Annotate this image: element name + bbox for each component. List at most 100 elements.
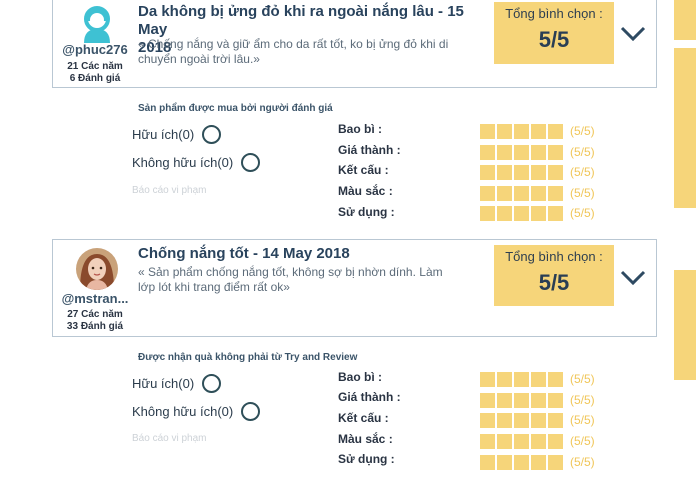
- criterion-label: Giá thành :: [338, 390, 401, 404]
- rating-block: [480, 392, 495, 408]
- criterion-rating: (5/5): [480, 144, 595, 160]
- review-title-line: Da không bị ửng đỏ khi ra ngoài nắng lâu…: [138, 3, 464, 38]
- rating-block: [548, 205, 563, 221]
- criterion-score: (5/5): [570, 372, 595, 386]
- user-ratings-count: 6 Đánh giá: [69, 73, 121, 84]
- rating-block: [531, 392, 546, 408]
- criterion-rating: (5/5): [480, 454, 595, 470]
- criterion-rating: (5/5): [480, 371, 595, 387]
- total-score-label: Tổng bình chọn :: [505, 6, 603, 21]
- rating-block: [497, 123, 512, 139]
- helpful-vote[interactable]: Hữu ích(0): [132, 374, 222, 393]
- review-comment-line: lớp lót khi trang điểm rất ok»: [138, 280, 290, 294]
- criterion-rating: (5/5): [480, 392, 595, 408]
- rating-block: [531, 371, 546, 387]
- rating-block: [531, 412, 546, 428]
- review-comment-line: chuyển ngoài trời lâu.»: [138, 52, 260, 66]
- criterion-score: (5/5): [570, 145, 595, 159]
- criterion-rating: (5/5): [480, 433, 595, 449]
- rating-block: [497, 392, 512, 408]
- criterion-rating: (5/5): [480, 164, 595, 180]
- rating-block: [514, 123, 529, 139]
- rating-block: [514, 412, 529, 428]
- helpful-radio[interactable]: [202, 125, 222, 144]
- rating-block: [514, 371, 529, 387]
- rating-block: [497, 371, 512, 387]
- report-link[interactable]: Báo cáo vi phạm: [132, 433, 207, 444]
- rating-block: [548, 123, 563, 139]
- edge-accent-bar: [674, 0, 696, 40]
- rating-block: [497, 412, 512, 428]
- rating-block: [548, 433, 563, 449]
- criterion-label: Giá thành :: [338, 143, 401, 157]
- rating-block: [480, 144, 495, 160]
- total-score-box: Tổng bình chọn : 5/5: [494, 245, 614, 306]
- rating-block: [531, 185, 546, 201]
- rating-block: [548, 371, 563, 387]
- rating-block: [497, 205, 512, 221]
- gift-disclosure-note: Được nhận quà không phải từ Try and Revi…: [138, 352, 358, 363]
- rating-block: [531, 164, 546, 180]
- user-years: 27 Các năm: [67, 309, 123, 320]
- not-helpful-label: Không hữu ích(0): [132, 155, 234, 170]
- criterion-label: Sử dụng :: [338, 205, 395, 219]
- rating-block: [497, 164, 512, 180]
- username[interactable]: @phuc276: [52, 42, 138, 57]
- rating-block: [480, 433, 495, 449]
- rating-block: [531, 433, 546, 449]
- criterion-label: Màu sắc :: [338, 184, 393, 198]
- criterion-rating: (5/5): [480, 185, 595, 201]
- review-comment: « Chống nắng và giữ ẩm cho da rất tốt, k…: [138, 37, 488, 67]
- criterion-score: (5/5): [570, 455, 595, 469]
- rating-block: [514, 392, 529, 408]
- username[interactable]: @mstran...: [52, 291, 138, 306]
- helpful-vote[interactable]: Hữu ích(0): [132, 125, 222, 144]
- verified-purchase-note: Sản phẩm được mua bởi người đánh giá: [138, 103, 333, 114]
- rating-block: [548, 392, 563, 408]
- total-score-value: 5/5: [538, 27, 570, 52]
- helpful-label: Hữu ích(0): [132, 376, 195, 391]
- review-title: Chống nắng tốt - 14 May 2018: [138, 245, 350, 262]
- rating-block: [480, 185, 495, 201]
- rating-block: [480, 454, 495, 470]
- rating-block: [531, 454, 546, 470]
- criterion-score: (5/5): [570, 413, 595, 427]
- rating-block: [480, 412, 495, 428]
- criterion-rating: (5/5): [480, 123, 595, 139]
- user-ratings-count: 33 Đánh giá: [66, 321, 124, 332]
- criterion-rating: (5/5): [480, 205, 595, 221]
- total-score-label: Tổng bình chọn :: [505, 249, 603, 264]
- rating-block: [480, 205, 495, 221]
- criterion-score: (5/5): [570, 393, 595, 407]
- rating-block: [497, 433, 512, 449]
- user-years: 21 Các năm: [67, 61, 123, 72]
- review-comment-line: « Chống nắng và giữ ẩm cho da rất tốt, k…: [138, 37, 449, 51]
- edge-accent-bar: [674, 270, 696, 380]
- not-helpful-vote[interactable]: Không hữu ích(0): [132, 153, 261, 172]
- user-silhouette-avatar: [76, 3, 118, 45]
- rating-block: [497, 144, 512, 160]
- review-comment: « Sản phẩm chống nắng tốt, không sợ bị n…: [138, 265, 488, 295]
- report-link[interactable]: Báo cáo vi phạm: [132, 185, 207, 196]
- chevron-down-icon[interactable]: [620, 26, 646, 42]
- rating-block: [514, 433, 529, 449]
- helpful-radio[interactable]: [202, 374, 222, 393]
- chevron-down-icon[interactable]: [620, 270, 646, 286]
- criterion-rating: (5/5): [480, 412, 595, 428]
- criterion-label: Màu sắc :: [338, 432, 393, 446]
- review-comment-line: « Sản phẩm chống nắng tốt, không sợ bị n…: [138, 265, 443, 279]
- rating-block: [480, 371, 495, 387]
- not-helpful-label: Không hữu ích(0): [132, 404, 234, 419]
- not-helpful-radio[interactable]: [241, 402, 261, 421]
- rating-block: [497, 185, 512, 201]
- criterion-label: Sử dụng :: [338, 452, 395, 466]
- rating-block: [497, 454, 512, 470]
- rating-block: [480, 164, 495, 180]
- not-helpful-radio[interactable]: [241, 153, 261, 172]
- rating-block: [531, 144, 546, 160]
- not-helpful-vote[interactable]: Không hữu ích(0): [132, 402, 261, 421]
- criterion-score: (5/5): [570, 165, 595, 179]
- rating-block: [480, 123, 495, 139]
- rating-block: [548, 144, 563, 160]
- rating-block: [531, 205, 546, 221]
